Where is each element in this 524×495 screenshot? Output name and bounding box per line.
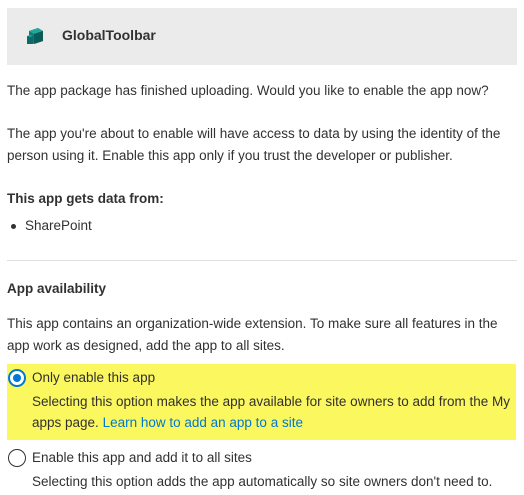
learn-how-link[interactable]: Learn how to add an app to a site: [103, 415, 303, 430]
section-divider: [7, 260, 517, 261]
app-name: GlobalToolbar: [62, 27, 156, 43]
only-enable-radio[interactable]: [8, 369, 26, 387]
data-source-item: SharePoint: [11, 216, 92, 236]
enable-all-sites-description: Selecting this option adds the app autom…: [32, 474, 493, 489]
only-enable-label[interactable]: Only enable this app: [32, 368, 155, 388]
availability-heading: App availability: [7, 281, 107, 296]
access-warning-message: The app you're about to enable will have…: [7, 126, 501, 163]
enable-all-sites-label[interactable]: Enable this app and add it to all sites: [32, 448, 252, 468]
bullet-icon: [11, 224, 16, 229]
upload-complete-message: The app package has finished uploading. …: [7, 83, 489, 98]
only-enable-description: Selecting this option makes the app avai…: [32, 391, 516, 433]
availability-description: This app contains an organization-wide e…: [7, 316, 498, 353]
data-source-label: SharePoint: [25, 218, 92, 233]
teal-cube-app-icon: [27, 28, 43, 44]
enable-app-panel: GlobalToolbar The app package has finish…: [0, 0, 524, 495]
data-sources-heading: This app gets data from:: [7, 191, 164, 206]
app-header: GlobalToolbar: [7, 8, 517, 65]
enable-all-sites-radio[interactable]: [8, 449, 26, 467]
